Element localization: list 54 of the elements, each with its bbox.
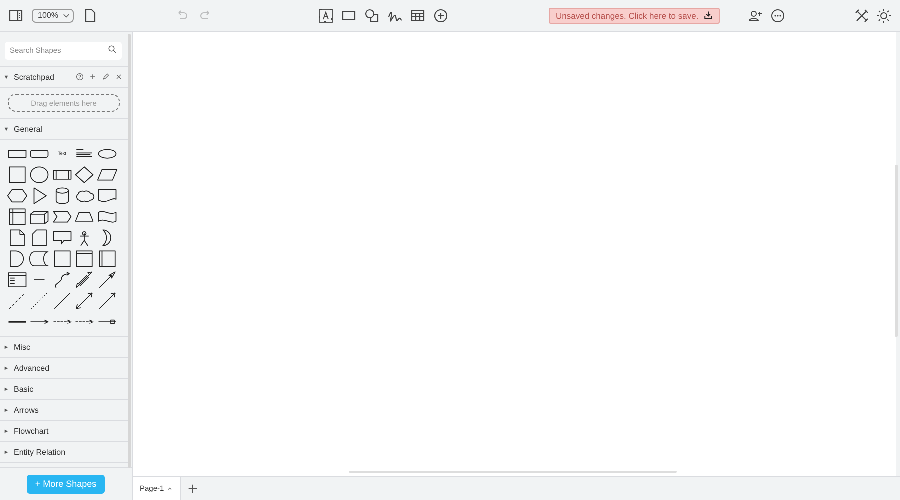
- dashed-line-shape[interactable]: [6, 292, 28, 310]
- square-shape[interactable]: [6, 166, 28, 184]
- dotted-line-shape[interactable]: [29, 292, 50, 310]
- horizontal-scrollbar[interactable]: [349, 471, 677, 473]
- section-title[interactable]: Basic: [14, 384, 34, 394]
- square-shape[interactable]: [52, 250, 73, 268]
- shapes-icon[interactable]: [364, 8, 380, 24]
- line-shape[interactable]: [52, 292, 73, 310]
- more-icon[interactable]: [770, 8, 786, 24]
- add-circle-icon[interactable]: [433, 8, 449, 24]
- add-page-icon[interactable]: [188, 484, 198, 494]
- collapse-caret-icon[interactable]: [4, 344, 9, 350]
- double-arrow-shape[interactable]: [74, 270, 96, 288]
- caret-icon: [63, 12, 70, 19]
- section-title[interactable]: Scratchpad: [14, 72, 54, 82]
- tools-icon[interactable]: [854, 8, 870, 24]
- callout-shape[interactable]: [52, 228, 73, 246]
- collapse-caret-icon[interactable]: [4, 74, 9, 80]
- section-title[interactable]: Flowchart: [14, 426, 49, 436]
- diamond-shape[interactable]: [74, 166, 96, 184]
- section-title[interactable]: Misc: [14, 342, 30, 352]
- list-shape[interactable]: [6, 270, 28, 288]
- directional-arrow-shape[interactable]: [96, 292, 118, 310]
- internal-storage-shape[interactable]: [6, 208, 28, 226]
- caret-icon[interactable]: [167, 486, 174, 492]
- collapse-caret-icon[interactable]: [4, 428, 9, 434]
- section-title[interactable]: Arrows: [14, 406, 39, 414]
- collapse-caret-icon[interactable]: [4, 408, 9, 412]
- text-icon[interactable]: [318, 8, 334, 24]
- edit-icon[interactable]: [102, 73, 110, 81]
- circle-shape[interactable]: [29, 166, 50, 184]
- download-icon: [704, 11, 713, 20]
- hexagon-shape[interactable]: [6, 186, 28, 204]
- document-shape[interactable]: [96, 186, 118, 204]
- table-icon[interactable]: [410, 8, 426, 24]
- help-icon[interactable]: [76, 73, 84, 81]
- section-title[interactable]: General: [14, 124, 42, 134]
- collapse-caret-icon[interactable]: [4, 450, 9, 454]
- collapse-caret-icon[interactable]: [4, 126, 9, 132]
- section-title[interactable]: Entity Relation: [14, 448, 66, 456]
- close-icon[interactable]: [115, 73, 123, 81]
- add-icon[interactable]: [89, 73, 97, 81]
- section-title[interactable]: Advanced: [14, 364, 50, 372]
- bidirectional-arrow-shape[interactable]: [74, 292, 96, 310]
- zoom-dropdown[interactable]: 100%: [32, 8, 74, 22]
- swimlane-shape[interactable]: [96, 250, 118, 268]
- arrow-shape[interactable]: [96, 270, 118, 288]
- sidebar-toggle-icon[interactable]: [8, 8, 24, 24]
- search-icon[interactable]: [108, 44, 117, 54]
- collapse-caret-icon[interactable]: [4, 366, 9, 370]
- collapse-caret-icon[interactable]: [4, 386, 9, 392]
- frame-shape[interactable]: [74, 250, 96, 268]
- data-storage-shape[interactable]: [29, 250, 50, 268]
- sun-icon[interactable]: [876, 8, 892, 24]
